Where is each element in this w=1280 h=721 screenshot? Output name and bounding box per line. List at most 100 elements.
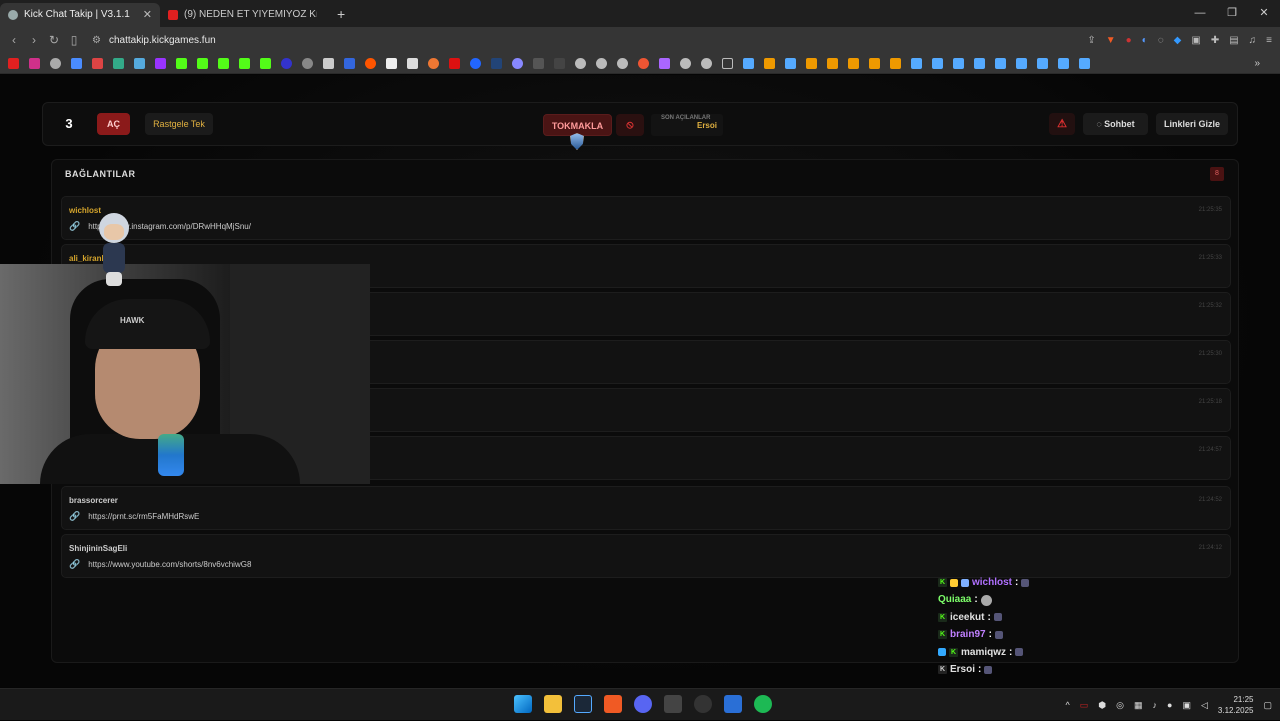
bookmark-icon[interactable] (344, 57, 355, 69)
bookmark-icon[interactable] (386, 57, 397, 69)
row-username[interactable]: ShinjininSagEli (69, 544, 127, 553)
bookmark-icon[interactable] (470, 57, 481, 69)
volume-icon[interactable]: ♪ (1153, 700, 1158, 710)
media-icon[interactable]: ♫ (1249, 35, 1257, 46)
maximize-button[interactable]: ❐ (1216, 0, 1248, 27)
tab-kick-chat-takip[interactable]: Kick Chat Takip | V3.1.1 ✕ (0, 2, 160, 27)
share-icon[interactable]: ⇪ (1087, 35, 1095, 46)
bookmark-icon[interactable] (134, 57, 145, 69)
bookmark-icon[interactable] (827, 57, 838, 69)
minimize-button[interactable]: — (1184, 0, 1216, 27)
steam-icon[interactable] (974, 57, 985, 69)
steam-icon[interactable] (953, 57, 964, 69)
bookmark-icon[interactable] (890, 57, 901, 69)
bookmark-icon[interactable] (848, 57, 859, 69)
bookmark-icon[interactable] (701, 57, 712, 69)
ublock-icon[interactable]: ● (1126, 35, 1132, 46)
extension-icon[interactable]: ◆ (1174, 35, 1182, 46)
discord-icon[interactable] (634, 695, 652, 713)
close-window-button[interactable]: ✕ (1248, 0, 1280, 27)
tray-app-icon[interactable]: ▭ (1080, 700, 1089, 711)
file-explorer-icon[interactable] (544, 695, 562, 713)
bookmark-icon[interactable] (764, 57, 775, 69)
microphone-icon[interactable]: ● (1167, 700, 1172, 710)
new-tab-button[interactable]: + (337, 6, 345, 22)
link-row[interactable]: ShinjininSagEli 21:24:12 🔗 https://www.yo… (61, 534, 1231, 578)
kick-icon[interactable] (260, 57, 271, 69)
menu-icon[interactable]: ≡ (1266, 35, 1272, 46)
bookmark-icon[interactable] (92, 57, 103, 69)
site-settings-icon[interactable]: ⚙ (92, 35, 101, 46)
url-field[interactable]: ⚙ chattakip.kickgames.fun (92, 35, 216, 46)
kick-icon[interactable] (197, 57, 208, 69)
folder-icon[interactable] (722, 57, 733, 69)
extensions-puzzle-icon[interactable]: ✚ (1211, 35, 1219, 46)
steam-icon[interactable] (785, 57, 796, 69)
steam-icon[interactable] (932, 57, 943, 69)
app-icon[interactable] (664, 695, 682, 713)
bookmark-icon[interactable] (533, 57, 544, 69)
tray-app-icon[interactable]: ⬢ (1098, 700, 1106, 711)
twitch-icon[interactable] (155, 57, 166, 69)
reddit-icon[interactable] (365, 57, 376, 69)
tokmakla-button[interactable]: TOKMAKLA (543, 114, 612, 136)
github-icon[interactable] (50, 57, 61, 69)
clock[interactable]: 21:25 3.12.2025 (1218, 694, 1254, 716)
kick-icon[interactable] (218, 57, 229, 69)
brave-icon[interactable] (604, 695, 622, 713)
bookmark-icon[interactable] (71, 57, 82, 69)
bookmark-icon[interactable] (806, 57, 817, 69)
tray-app-icon[interactable]: ▦ (1134, 700, 1143, 711)
tab-youtube[interactable]: (9) NEDEN ET YİYEMİYOZ Kıyma 250 (160, 3, 325, 27)
row-link[interactable]: https://www.youtube.com/shorts/8nv6vchiw… (88, 560, 251, 569)
bookmark-icon[interactable]: ▯ (64, 33, 84, 47)
network-icon[interactable]: ▣ (1182, 700, 1191, 711)
notification-icon[interactable]: ▢ (1263, 700, 1272, 711)
chevron-up-icon[interactable]: ^ (1066, 700, 1070, 710)
bookmark-icon[interactable] (8, 57, 19, 69)
bookmark-icon[interactable] (281, 57, 292, 69)
hide-links-button[interactable]: Linkleri Gizle (1156, 113, 1228, 135)
sidebar-icon[interactable]: ▤ (1229, 35, 1238, 46)
bookmark-icon[interactable] (449, 57, 460, 69)
windows-start-icon[interactable] (514, 695, 532, 713)
bookmark-icon[interactable] (407, 57, 418, 69)
bookmark-icon[interactable] (554, 57, 565, 69)
bookmark-icon[interactable] (869, 57, 880, 69)
bookmark-icon[interactable] (596, 57, 607, 69)
forward-icon[interactable]: › (24, 33, 44, 47)
brave-shield-icon[interactable]: ▼ (1106, 35, 1116, 46)
spotify-icon[interactable] (754, 695, 772, 713)
drive-icon[interactable] (113, 57, 124, 69)
back-icon[interactable]: ‹ (4, 33, 24, 47)
bookmark-icon[interactable] (512, 57, 523, 69)
app-icon[interactable] (724, 695, 742, 713)
chat-button[interactable]: ◌ Sohbet (1083, 113, 1148, 135)
extension-icon[interactable]: ◌ (1158, 35, 1164, 46)
steam-icon[interactable] (1079, 57, 1090, 69)
random-single-button[interactable]: Rastgele Tek (145, 113, 213, 135)
row-link[interactable]: https://prnt.sc/rm5FaMHdRswE (88, 512, 199, 521)
steam-icon[interactable] (1016, 57, 1027, 69)
ban-icon[interactable]: ⦸ (616, 114, 644, 136)
bookmark-icon[interactable] (302, 57, 313, 69)
instagram-icon[interactable] (29, 57, 40, 69)
row-username[interactable]: brassorcerer (69, 496, 118, 505)
steam-icon[interactable] (1058, 57, 1069, 69)
steam-icon[interactable] (743, 57, 754, 69)
steam-tray-icon[interactable]: ◎ (1116, 700, 1124, 711)
warning-icon[interactable]: ⚠ (1049, 113, 1075, 135)
kick-icon[interactable] (176, 57, 187, 69)
x-icon[interactable] (323, 57, 334, 69)
steam-icon[interactable] (911, 57, 922, 69)
open-button[interactable]: AÇ (97, 113, 130, 135)
close-icon[interactable]: ✕ (143, 8, 152, 21)
bookmark-icon[interactable] (491, 57, 502, 69)
steam-icon[interactable] (995, 57, 1006, 69)
link-row[interactable]: wichlost 21:25:35 🔗 https://www.instagram… (61, 196, 1231, 240)
steam-icon[interactable] (1037, 57, 1048, 69)
bookmark-icon[interactable] (659, 57, 670, 69)
bookmark-icon[interactable] (575, 57, 586, 69)
steam-icon[interactable] (574, 695, 592, 713)
more-bookmarks-icon[interactable]: » (1254, 58, 1260, 69)
